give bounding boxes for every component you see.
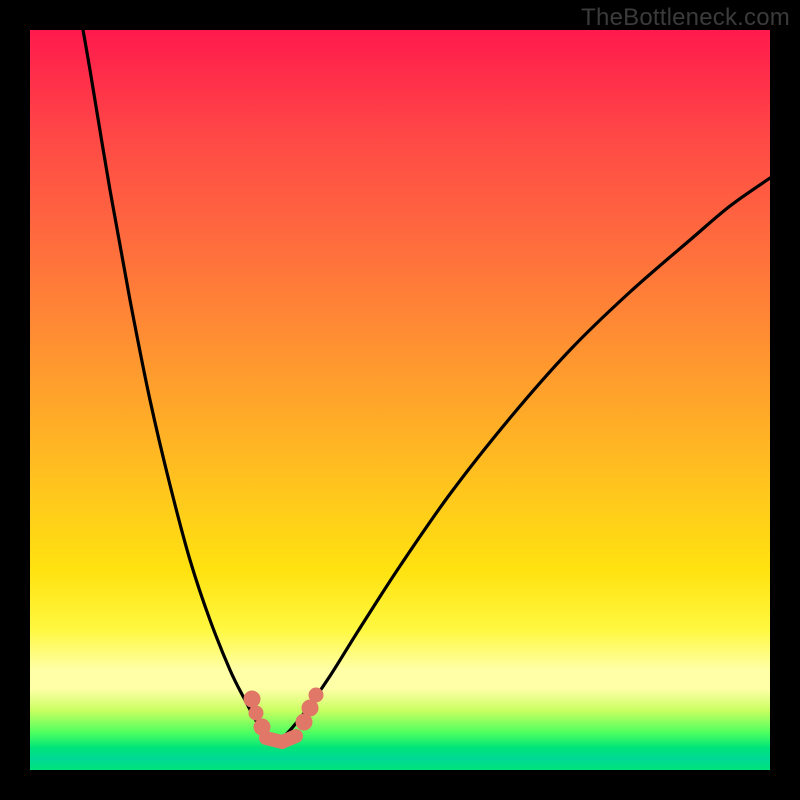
watermark-text: TheBottleneck.com — [581, 4, 790, 32]
curve-svg — [30, 30, 770, 770]
marker-dot — [244, 691, 260, 707]
bottleneck-curve — [78, 2, 770, 742]
plot-area — [30, 30, 770, 770]
marker-dash — [282, 736, 296, 742]
chart-frame: TheBottleneck.com — [0, 0, 800, 800]
marker-dot — [249, 706, 263, 720]
curve-markers — [244, 688, 323, 742]
marker-dot — [309, 688, 323, 702]
